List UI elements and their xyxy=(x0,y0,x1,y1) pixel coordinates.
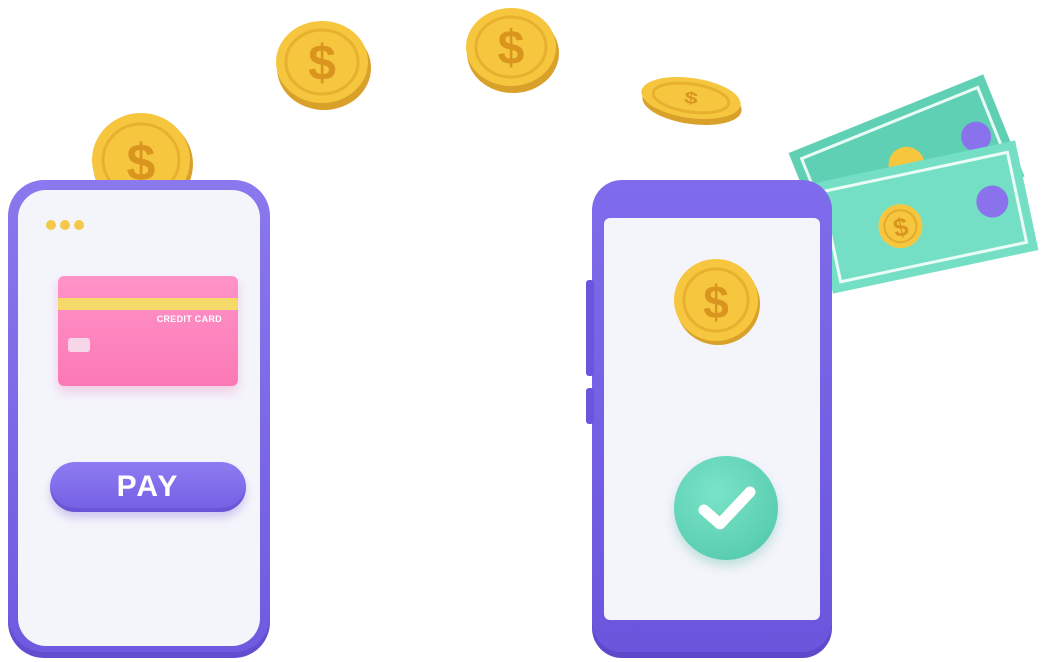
power-button xyxy=(586,388,594,424)
volume-button xyxy=(586,280,594,376)
pay-button[interactable]: PAY xyxy=(50,462,246,512)
payee-phone: $ xyxy=(586,180,832,658)
dollar-coin-icon: $ xyxy=(672,258,762,351)
svg-text:$: $ xyxy=(703,276,729,328)
dollar-coin-icon: $ xyxy=(464,4,562,96)
dollar-coin-icon: $ xyxy=(274,18,374,112)
credit-card[interactable]: CREDIT CARD xyxy=(58,276,238,386)
svg-text:$: $ xyxy=(498,22,525,75)
dollar-coin-icon: $ xyxy=(640,70,744,128)
success-badge xyxy=(674,456,778,560)
window-dots-icon xyxy=(46,220,84,230)
payee-phone-screen: $ xyxy=(604,218,820,620)
card-label: CREDIT CARD xyxy=(156,314,222,324)
card-chip-icon xyxy=(68,338,90,352)
checkmark-icon xyxy=(698,486,756,530)
payer-phone-screen: CREDIT CARD PAY xyxy=(18,190,260,646)
svg-text:$: $ xyxy=(308,35,336,91)
payer-phone: CREDIT CARD PAY xyxy=(8,180,270,658)
card-stripe xyxy=(58,298,238,310)
